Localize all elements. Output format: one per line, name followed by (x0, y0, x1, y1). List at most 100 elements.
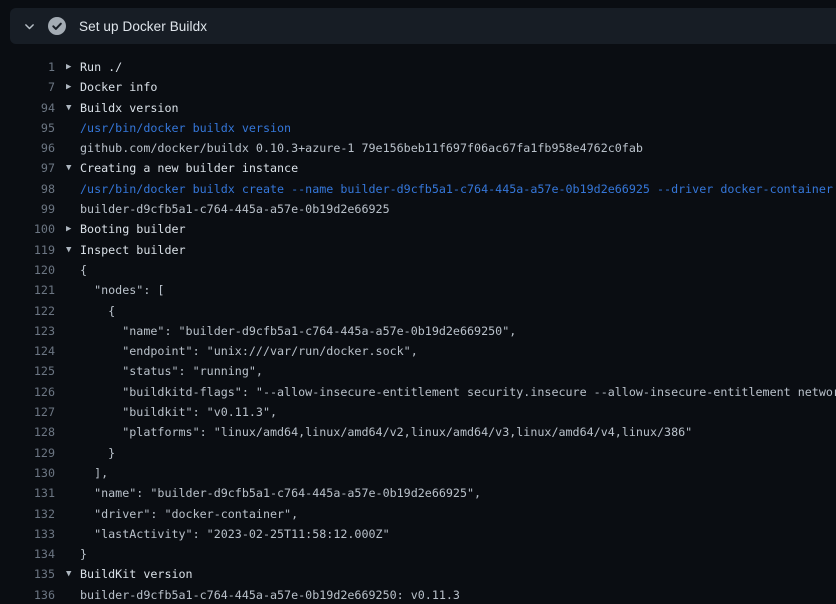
arrow-spacer (66, 280, 80, 300)
arrow-spacer (66, 138, 80, 158)
log-row: 129 } (0, 443, 836, 463)
job-log-panel: Set up Docker Buildx 1▶Run ./7▶Docker in… (0, 0, 836, 604)
log-group-row[interactable]: 100 ▶Booting builder (0, 219, 836, 239)
line-number[interactable]: 99 (0, 199, 55, 219)
step-header[interactable]: Set up Docker Buildx (10, 8, 836, 44)
arrow-spacer (66, 504, 80, 524)
line-number[interactable]: 98 (0, 179, 55, 199)
arrow-spacer (66, 382, 80, 402)
line-number[interactable]: 130 (0, 463, 55, 483)
log-group-row[interactable]: 94 ▼Buildx version (0, 98, 836, 118)
group-title: Buildx version (80, 98, 179, 118)
log-text: "platforms": "linux/amd64,linux/amd64/v2… (80, 422, 692, 442)
group-title: Creating a new builder instance (80, 158, 298, 178)
triangle-right-icon[interactable]: ▶ (66, 57, 80, 77)
log-row: 136 builder-d9cfb5a1-c764-445a-a57e-0b19d… (0, 585, 836, 604)
log-row: 99 builder-d9cfb5a1-c764-445a-a57e-0b19d2… (0, 199, 836, 219)
log-row: 95/usr/bin/docker buildx version (0, 118, 836, 138)
line-number[interactable]: 132 (0, 504, 55, 524)
log-row: 131 "name": "builder-d9cfb5a1-c764-445a-… (0, 483, 836, 503)
arrow-spacer (66, 422, 80, 442)
line-number[interactable]: 121 (0, 280, 55, 300)
log-row: 132 "driver": "docker-container", (0, 504, 836, 524)
command-text: /usr/bin/docker buildx create --name bui… (80, 179, 833, 199)
chevron-down-icon[interactable] (20, 18, 38, 34)
log-row: 128 "platforms": "linux/amd64,linux/amd6… (0, 422, 836, 442)
arrow-spacer (66, 361, 80, 381)
arrow-spacer (66, 260, 80, 280)
line-number[interactable]: 133 (0, 524, 55, 544)
line-number[interactable]: 100 (0, 219, 55, 239)
arrow-spacer (66, 483, 80, 503)
line-number[interactable]: 7 (0, 77, 55, 97)
log-text: ], (80, 463, 108, 483)
log-row: 122 { (0, 301, 836, 321)
line-number[interactable]: 96 (0, 138, 55, 158)
log-row: 120{ (0, 260, 836, 280)
group-title: Docker info (80, 77, 157, 97)
line-number[interactable]: 126 (0, 382, 55, 402)
line-number[interactable]: 94 (0, 98, 55, 118)
log-row: 96 github.com/docker/buildx 0.10.3+azure-… (0, 138, 836, 158)
log-text: "driver": "docker-container", (80, 504, 298, 524)
triangle-right-icon[interactable]: ▶ (66, 219, 80, 239)
log-group-row[interactable]: 1 ▶Run ./ (0, 57, 836, 77)
log-row: 133 "lastActivity": "2023-02-25T11:58:12… (0, 524, 836, 544)
arrow-spacer (66, 443, 80, 463)
line-number[interactable]: 135 (0, 564, 55, 584)
log-row: 121 "nodes": [ (0, 280, 836, 300)
arrow-spacer (66, 524, 80, 544)
line-number[interactable]: 120 (0, 260, 55, 280)
triangle-down-icon[interactable]: ▼ (66, 240, 80, 260)
line-number[interactable]: 97 (0, 158, 55, 178)
line-number[interactable]: 124 (0, 341, 55, 361)
line-number[interactable]: 125 (0, 361, 55, 381)
triangle-right-icon[interactable]: ▶ (66, 77, 80, 97)
log-row: 130 ], (0, 463, 836, 483)
arrow-spacer (66, 179, 80, 199)
line-number[interactable]: 119 (0, 240, 55, 260)
log-group-row[interactable]: 135 ▼BuildKit version (0, 564, 836, 584)
log-row: 98/usr/bin/docker buildx create --name b… (0, 179, 836, 199)
group-title: Run ./ (80, 57, 122, 77)
log-text: "buildkit": "v0.11.3", (80, 402, 277, 422)
triangle-down-icon[interactable]: ▼ (66, 158, 80, 178)
log-group-row[interactable]: 97 ▼Creating a new builder instance (0, 158, 836, 178)
log-text: "status": "running", (80, 361, 263, 381)
log-row: 134} (0, 544, 836, 564)
log-row: 124 "endpoint": "unix:///var/run/docker.… (0, 341, 836, 361)
line-number[interactable]: 136 (0, 585, 55, 604)
log-group-row[interactable]: 7 ▶Docker info (0, 77, 836, 97)
arrow-spacer (66, 199, 80, 219)
log-text: } (80, 443, 115, 463)
command-text: /usr/bin/docker buildx version (80, 118, 291, 138)
line-number[interactable]: 131 (0, 483, 55, 503)
line-number[interactable]: 95 (0, 118, 55, 138)
log-text: builder-d9cfb5a1-c764-445a-a57e-0b19d2e6… (80, 199, 390, 219)
step-title: Set up Docker Buildx (79, 19, 207, 34)
arrow-spacer (66, 402, 80, 422)
log-text: github.com/docker/buildx 0.10.3+azure-1 … (80, 138, 643, 158)
line-number[interactable]: 1 (0, 57, 55, 77)
log-text: builder-d9cfb5a1-c764-445a-a57e-0b19d2e6… (80, 585, 460, 604)
log-row: 125 "status": "running", (0, 361, 836, 381)
line-number[interactable]: 127 (0, 402, 55, 422)
log-text: "nodes": [ (80, 280, 164, 300)
line-number[interactable]: 123 (0, 321, 55, 341)
log-row: 127 "buildkit": "v0.11.3", (0, 402, 836, 422)
group-title: BuildKit version (80, 564, 193, 584)
triangle-down-icon[interactable]: ▼ (66, 564, 80, 584)
group-title: Booting builder (80, 219, 186, 239)
log-group-row[interactable]: 119 ▼Inspect builder (0, 240, 836, 260)
triangle-down-icon[interactable]: ▼ (66, 98, 80, 118)
group-title: Inspect builder (80, 240, 186, 260)
arrow-spacer (66, 341, 80, 361)
log-lines: 1▶Run ./7▶Docker info94▼Buildx version95… (0, 57, 836, 604)
line-number[interactable]: 122 (0, 301, 55, 321)
line-number[interactable]: 129 (0, 443, 55, 463)
arrow-spacer (66, 463, 80, 483)
log-text: { (80, 301, 115, 321)
line-number[interactable]: 134 (0, 544, 55, 564)
log-text: "lastActivity": "2023-02-25T11:58:12.000… (80, 524, 390, 544)
line-number[interactable]: 128 (0, 422, 55, 442)
